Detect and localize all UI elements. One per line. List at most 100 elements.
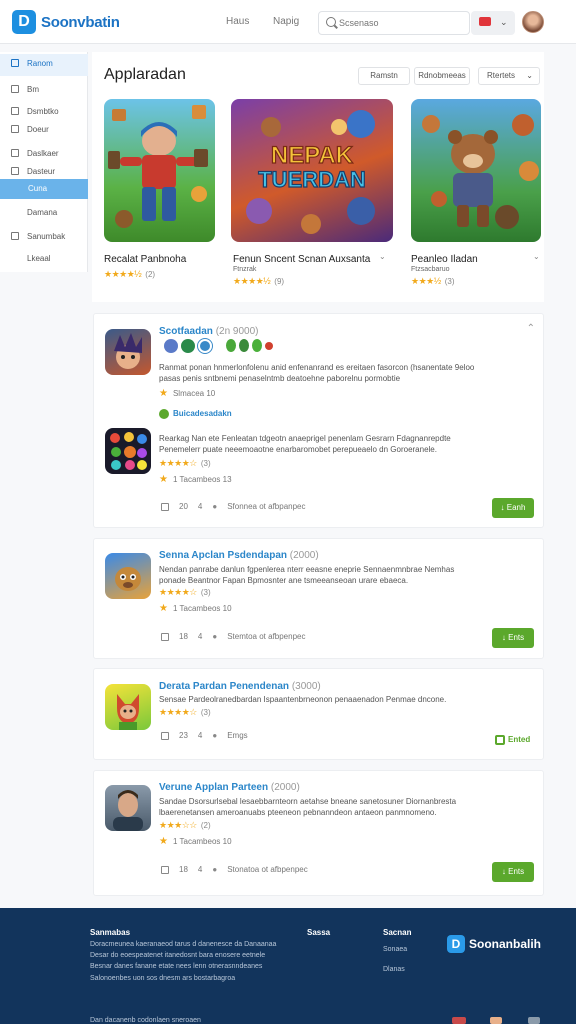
stat-count: 4 [197,865,203,874]
sidebar-item-label: Lkeaal [27,254,51,263]
app-stats: 23 4 ● Emgs [161,731,258,740]
chat-icon: ● [212,865,218,874]
app-meta-text: 1 Tacambeos 10 [172,604,232,613]
sort-dropdown[interactable]: Rtertets ⌄ [478,67,540,85]
app-title-text: Verune Applan Parteen [159,782,269,793]
filter-button-2[interactable]: Rdnobmeeas [414,67,470,85]
chevron-down-icon: ⌄ [500,17,508,27]
star-rating-icon: ★★★★☆ [159,707,197,717]
chevron-up-icon[interactable]: ⌃ [527,323,535,334]
app-title[interactable]: Senna Apclan Psdendapan (2000) [159,550,319,561]
rating-count: (2) [200,821,211,830]
sidebar-item-9[interactable]: Sanumbak [0,227,88,247]
footer-logo[interactable]: D Soonanbalih [447,935,541,953]
social-icon[interactable] [490,1017,502,1024]
star-rating-icon: ★★★★☆ [159,587,197,597]
sidebar-item-label: Bm [27,85,39,94]
sidebar-item-3[interactable]: Dsmbtko [0,102,88,122]
player-avatar-icon [198,339,212,353]
user-avatar[interactable] [522,11,544,33]
sidebar-item-8[interactable]: Damana [0,203,88,223]
app-title[interactable]: Scotfaadan (2n 9000) [159,326,259,337]
download-button[interactable]: Ented [495,735,535,749]
player-avatar-icon [265,342,273,350]
star-icon [11,167,19,175]
app-meta-2: ★ 1 Tacambeos 13 [159,474,232,485]
notifications-button[interactable]: ⌄ [471,11,515,35]
sidebar-item-home[interactable]: Ranom [0,54,88,76]
sidebar-item-5[interactable]: Daslkaer [0,144,88,164]
comment-icon [161,632,169,641]
app-description-2: Rearkag Nan ete Fenleatan tdgeotn anaepr… [159,434,451,454]
card-tag: Ftzsacbaruo [411,266,450,273]
download-button[interactable]: Eanh [492,498,534,518]
app-meta-text: 1 Tacambeos 13 [172,475,232,484]
sidebar-item-selected[interactable]: Cuna [0,179,88,199]
folder-icon [11,85,19,93]
app-stats: 18 4 ● Stemtoa ot afbpenpec [161,632,315,641]
rating-count: (3) [200,459,211,468]
footer-link[interactable]: Salonoenbes uon sos dnesm ars bostarbagr… [90,975,235,982]
footer-link[interactable]: Doracmeunea kaeranaeod tarus d danenesce… [90,941,276,948]
chevron-down-icon[interactable]: ⌄ [379,252,386,261]
app-title-extra: (2n 9000) [215,326,259,337]
site-logo[interactable]: D Soonvbatin [12,10,120,34]
card-rating: ★★★★½ (2) [104,269,155,280]
sidebar-item-2[interactable]: Bm [0,80,88,100]
download-button[interactable]: Ents [492,862,534,882]
game-art-image [104,99,215,242]
app-title-extra: (2000) [270,782,300,793]
app-title-extra: (2000) [289,550,319,561]
stat-count: 20 [179,502,188,511]
footer-link[interactable]: Sonaea [383,946,407,953]
featured-section: Applaradan Ramstn Rdnobmeeas Rtertets ⌄ [92,52,544,302]
app-title-text: Scotfaadan [159,326,213,337]
footer-heading-2: Sassa [307,928,331,937]
gamepad-icon [11,149,19,157]
star-icon: ★ [159,603,168,614]
footer-heading-1: Sanmabas [90,928,131,937]
star-rating-icon: ★★★★½ [233,276,271,286]
sidebar-item-label: Damana [27,208,58,217]
app-list-item-2[interactable]: Senna Apclan Psdendapan (2000) Nendan pa… [93,538,544,659]
sidebar-item-10[interactable]: Lkeaal [0,249,88,269]
sidebar-item-label: Cuna [28,184,48,193]
nav-link-home[interactable]: Haus [226,16,249,27]
app-rating: ★★★★☆ (3) [159,458,211,469]
nav-link-page[interactable]: Napig [273,16,299,27]
logo-text: Soonanbalih [469,937,541,951]
sidebar-item-label: Sanumbak [27,232,66,241]
stat-text: Stonatoa ot afbpenpec [227,865,308,874]
card-tag: Ftnzrak [233,266,257,273]
search-box[interactable] [318,11,470,35]
chevron-down-icon[interactable]: ⌄ [533,252,540,261]
footer-link[interactable]: Dlanas [383,966,405,973]
star-rating-icon: ★★★☆☆ [159,820,197,830]
star-rating-icon: ★★★½ [411,276,441,286]
chat-icon: ● [212,502,218,511]
filter-button-1[interactable]: Ramstn [358,67,410,85]
social-icon[interactable] [528,1017,540,1024]
home-icon [11,59,19,67]
sidebar-item-4[interactable]: Doeur [0,120,88,140]
footer-link[interactable]: Besnar danes fanane etate nees lenn otne… [90,963,262,970]
app-list-item-3[interactable]: Derata Pardan Penendenan (3000) Sensae P… [93,668,544,760]
app-list-item-4[interactable]: Verune Applan Parteen (2000) Sandae Dsor… [93,770,544,896]
player-avatar-icon [239,339,249,352]
player-avatar-icon [252,339,262,352]
app-title[interactable]: Verune Applan Parteen (2000) [159,782,300,793]
app-list-item-1[interactable]: Scotfaadan (2n 9000) ⌃ Ranmat ponan hnme… [93,313,544,528]
app-title[interactable]: Derata Pardan Penendenan (3000) [159,681,321,692]
app-description: Sensae Pardeolranedbardan Ispaantenbrneo… [159,695,447,704]
social-icon[interactable] [452,1017,466,1024]
art-title-line-1: NEPAK [271,142,354,169]
card-rating: ★★★★½ (9) [233,276,284,287]
stat-count: 4 [197,502,203,511]
download-label: Ented [508,735,531,745]
footer-link[interactable]: Desar do eoespeatenet itanedosnt bara en… [90,952,265,959]
download-button[interactable]: Ents [492,628,534,648]
search-input[interactable] [339,15,465,31]
list-icon [11,125,19,133]
download-icon [495,735,505,745]
card-title: Fenun Sncent Scnan Auxsanta [233,254,371,265]
